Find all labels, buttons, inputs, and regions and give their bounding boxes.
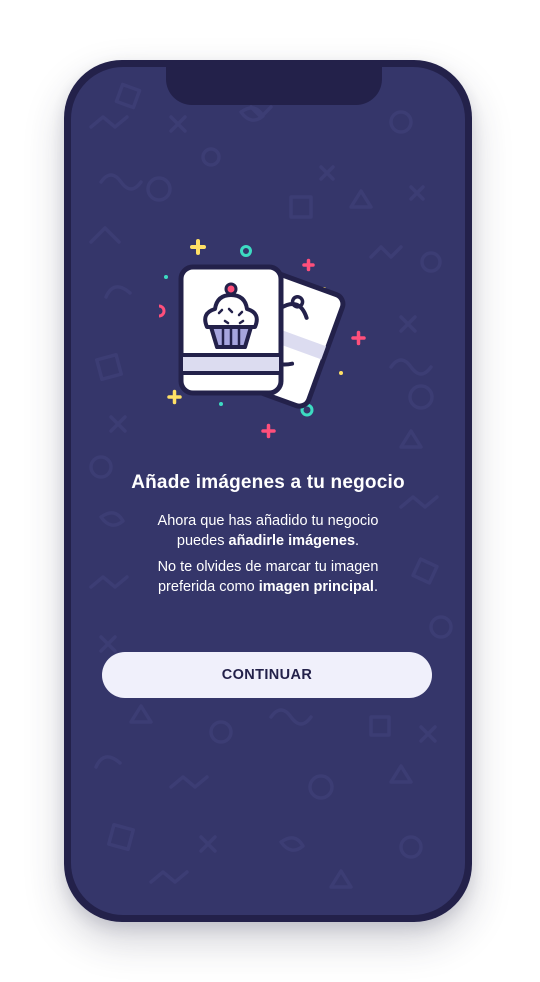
continue-button[interactable]: CONTINUAR <box>102 652 432 698</box>
reminder-line-2-suffix: . <box>373 579 378 595</box>
intro-line-2-bold: añadirle imágenes <box>228 533 356 549</box>
phone-frame: Añade imágenes a tu negocio Ahora que ha… <box>64 60 472 922</box>
intro-line-2-prefix: puedes <box>176 533 229 549</box>
front-photo-card <box>178 264 284 396</box>
reminder-line-1: No te olvides de marcar tu imagen <box>157 559 379 575</box>
stage: Añade imágenes a tu negocio Ahora que ha… <box>0 0 540 982</box>
intro-paragraph: Ahora que has añadido tu negocio puedes … <box>111 511 425 551</box>
reminder-paragraph: No te olvides de marcar tu imagen prefer… <box>111 557 425 597</box>
phone-notch <box>166 67 382 105</box>
cupcake-photo-cards-icon <box>159 239 366 439</box>
reminder-line-2-bold: imagen principal <box>258 579 374 595</box>
onboarding-screen: Añade imágenes a tu negocio Ahora que ha… <box>71 67 465 915</box>
page-title: Añade imágenes a tu negocio <box>131 472 405 493</box>
intro-line-2-suffix: . <box>355 533 360 549</box>
intro-line-1: Ahora que has añadido tu negocio <box>157 513 379 529</box>
reminder-line-2-prefix: preferida como <box>157 579 259 595</box>
